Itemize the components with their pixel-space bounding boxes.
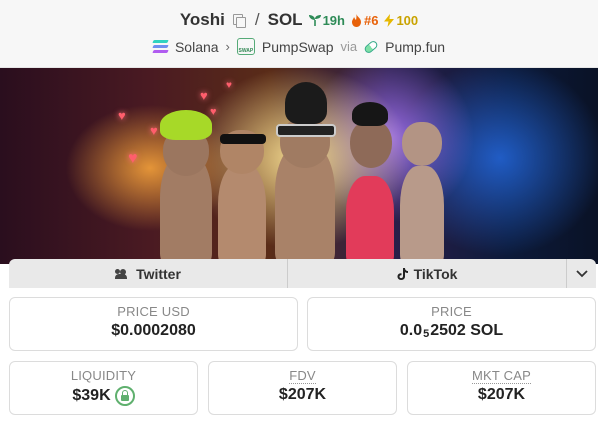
via-label: via	[340, 39, 358, 54]
pair-separator: /	[254, 10, 260, 29]
heart-icon: ♥	[118, 108, 126, 123]
sprout-icon	[308, 15, 321, 26]
liquidity-value-row: $39K	[10, 386, 197, 406]
heart-icon: ♥	[150, 123, 158, 138]
tiktok-icon	[397, 267, 408, 280]
fdv-value-row: $207K	[209, 386, 396, 404]
price-native-suffix: 2502 SOL	[430, 322, 504, 339]
fdv-value: $207K	[278, 386, 327, 403]
lock-icon[interactable]	[114, 386, 135, 406]
more-links-button[interactable]	[567, 259, 596, 288]
black-hair	[285, 82, 327, 124]
mktcap-value: $207K	[477, 386, 526, 403]
pumpswap-icon: SWAP	[236, 38, 255, 55]
heart-icon: ♥	[226, 80, 232, 91]
price-native-card: PRICE 0.0 5 2502 SOL	[307, 297, 596, 351]
people-icon	[115, 268, 130, 279]
tiktok-button[interactable]: TikTok	[288, 259, 567, 288]
dog-figure	[218, 164, 266, 264]
rank-badge[interactable]: #6	[351, 13, 378, 28]
dog-figure	[346, 176, 394, 264]
rank-value: #6	[363, 12, 379, 28]
mktcap-label[interactable]: MKT CAP	[472, 368, 531, 384]
boost-badge[interactable]: 100	[384, 13, 418, 28]
boost-value: 100	[396, 12, 419, 28]
dog-head	[350, 120, 392, 168]
twitter-label: Twitter	[136, 265, 181, 282]
pair-source: Solana › SWAP PumpSwap via Pump.fun	[0, 38, 598, 55]
mktcap-label-row: MKT CAP	[408, 368, 595, 384]
price-usd-value-row: $0.0002080	[10, 322, 297, 340]
pill-icon	[363, 38, 380, 55]
price-usd-label: PRICE USD	[117, 304, 190, 319]
fdv-card: FDV $207K	[208, 361, 397, 415]
token-banner-image: ♥ ♥ ♥ ♥ ♥ ♥	[0, 68, 598, 264]
chevron-down-icon	[575, 269, 588, 277]
liquidity-value: $39K	[72, 387, 111, 404]
solana-logo-icon	[152, 40, 169, 53]
sunglasses	[220, 134, 266, 144]
chevron-right-icon: ›	[225, 39, 230, 54]
liquidity-card: LIQUIDITY $39K	[9, 361, 198, 415]
price-usd-card: PRICE USD $0.0002080	[9, 297, 298, 351]
social-links-bar: Twitter TikTok	[9, 259, 596, 288]
pair-title: Yoshi / SOL 19h #6 100	[0, 10, 598, 30]
price-native-value: 0.0 5 2502 SOL	[308, 322, 595, 340]
flame-icon	[351, 13, 361, 27]
age-badge: 19h	[308, 12, 345, 28]
price-native-label: PRICE	[431, 304, 472, 319]
chain-link[interactable]: Solana	[175, 39, 219, 55]
fdv-label-row: FDV	[209, 368, 396, 384]
price-native-zero-count: 5	[423, 328, 430, 340]
heart-icon: ♥	[200, 88, 208, 103]
token-name: Yoshi	[179, 10, 225, 29]
price-usd-value: $0.0002080	[111, 322, 196, 339]
twitter-button[interactable]: Twitter	[9, 259, 288, 288]
dog-head	[402, 122, 442, 166]
mktcap-value-row: $207K	[408, 386, 595, 404]
age-value: 19h	[322, 12, 345, 28]
heart-icon: ♥	[128, 150, 138, 167]
dex-link[interactable]: PumpSwap	[262, 39, 334, 55]
green-hat	[160, 110, 212, 140]
mktcap-card: MKT CAP $207K	[407, 361, 596, 415]
lightning-icon	[384, 13, 395, 27]
black-hair	[352, 102, 388, 126]
pair-base: SOL	[267, 10, 303, 29]
launchpad-link[interactable]: Pump.fun	[385, 39, 445, 55]
price-native-prefix: 0.0	[399, 322, 423, 339]
fdv-label[interactable]: FDV	[289, 368, 316, 384]
dog-figure	[400, 166, 444, 264]
copy-icon[interactable]	[232, 13, 246, 28]
pair-header: Yoshi / SOL 19h #6 100 Solana › SWAP Pum…	[0, 0, 598, 68]
tiktok-label: TikTok	[413, 265, 458, 282]
sunglasses	[276, 124, 336, 137]
liquidity-label: LIQUIDITY	[70, 368, 137, 383]
heart-icon: ♥	[210, 106, 217, 118]
